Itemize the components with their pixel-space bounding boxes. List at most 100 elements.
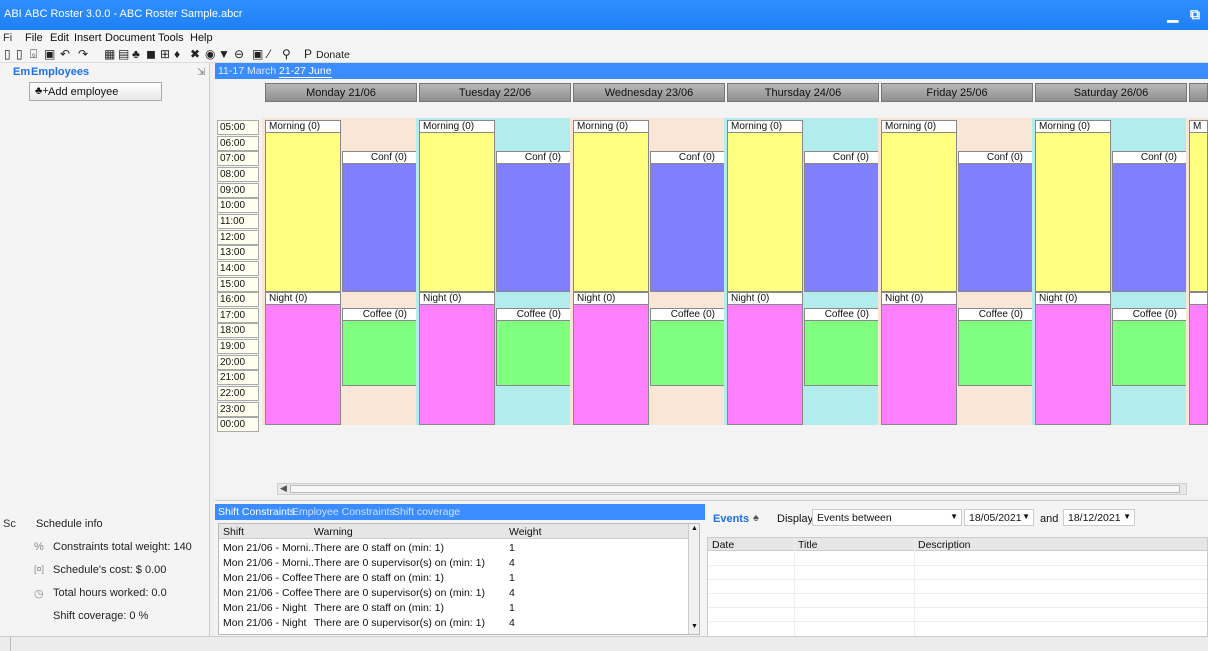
export-icon[interactable]: ▣ [252, 47, 263, 61]
horizontal-scrollbar[interactable]: ◀ [277, 483, 1187, 495]
cell-warning: There are 0 supervisor(s) on (min: 1) [314, 587, 485, 599]
menu-insert[interactable]: Insert [74, 32, 102, 44]
shift-block[interactable]: Night (0) [1035, 292, 1111, 426]
shift-block[interactable]: Conf (0) [804, 151, 880, 293]
day-header[interactable]: Friday 25/06 [881, 83, 1033, 102]
day-header[interactable]: Tuesday 22/06 [419, 83, 571, 102]
shift-block[interactable]: Night (0) [419, 292, 495, 426]
shift-block[interactable]: Conf (0) [958, 151, 1034, 293]
new-icon[interactable]: ▯ [4, 47, 11, 61]
donate-label[interactable]: Donate [316, 49, 350, 61]
shift-block[interactable]: Conf (0) [650, 151, 726, 293]
hour-label: 10:00 [217, 198, 259, 214]
shift-block[interactable]: Coffee (0) [804, 307, 880, 387]
tab-employee-constraints[interactable]: Employee Constraints [292, 506, 395, 518]
schedule-tab-cut[interactable]: Sc [3, 518, 16, 530]
day-header[interactable]: Thursday 24/06 [727, 83, 879, 102]
events-filter-select[interactable]: Events between ▼ [812, 509, 962, 526]
date-from-picker[interactable]: 18/05/2021 ▼ [964, 509, 1034, 526]
bell-icon[interactable]: ♦ [174, 47, 180, 61]
shift-block[interactable]: Night (0) [265, 292, 341, 426]
paypal-icon[interactable]: P [304, 47, 312, 61]
column-description[interactable]: Description [918, 539, 971, 551]
scroll-up-icon[interactable]: ▲ [691, 525, 698, 532]
shift-block[interactable] [1189, 292, 1208, 426]
day-header[interactable]: Monday 21/06 [265, 83, 417, 102]
table-row[interactable]: Mon 21/06 - Coffee There are 0 staff on (… [219, 572, 689, 585]
filter-icon[interactable]: ▼ [218, 47, 230, 61]
employees-tab[interactable]: Employees [31, 66, 89, 78]
add-employee-button[interactable]: ♣+ Add employee [29, 82, 162, 101]
calendar-add-icon[interactable]: ▤ [118, 47, 129, 61]
menu-help[interactable]: Help [190, 32, 213, 44]
menu-document[interactable]: Document [105, 32, 155, 44]
open-folder-icon[interactable]: ⌺ [30, 47, 37, 62]
window-controls[interactable]: ▁ ⧉ [1167, 6, 1204, 23]
table-row[interactable]: Mon 21/06 - Morni... There are 0 supervis… [219, 557, 689, 570]
shift-block[interactable]: Coffee (0) [958, 307, 1034, 387]
add-shift-icon[interactable]: ◼ [146, 47, 156, 61]
table-row[interactable]: Mon 21/06 - Night There are 0 supervisor(… [219, 617, 689, 630]
column-date[interactable]: Date [712, 539, 734, 551]
eye-icon[interactable]: ◉ [205, 47, 215, 61]
shift-block[interactable]: Night (0) [881, 292, 957, 426]
scroll-down-icon[interactable]: ▼ [691, 623, 698, 630]
table-row[interactable]: Mon 21/06 - Night There are 0 staff on (m… [219, 602, 689, 615]
scroll-left-icon[interactable]: ◀ [280, 483, 287, 494]
employees-tab-cut[interactable]: Em [13, 66, 30, 78]
date-to-picker[interactable]: 18/12/2021 ▼ [1063, 509, 1135, 526]
tab-shift-coverage[interactable]: Shift coverage [393, 506, 460, 518]
shift-block[interactable]: Morning (0) [1035, 120, 1111, 293]
minus-circle-icon[interactable]: ⊖ [234, 47, 244, 61]
cell-weight: 1 [509, 542, 515, 554]
shift-block[interactable]: Morning (0) [419, 120, 495, 293]
column-title[interactable]: Title [798, 539, 817, 551]
shift-block[interactable]: Conf (0) [342, 151, 418, 293]
add-user-icon[interactable]: ♣ [132, 47, 140, 61]
day-header[interactable] [1189, 83, 1208, 102]
shift-block[interactable]: Morning (0) [727, 120, 803, 293]
day-header[interactable]: Saturday 26/06 [1035, 83, 1187, 102]
week-tab-march[interactable]: 11-17 March [218, 65, 276, 77]
save-icon[interactable]: ▣ [44, 47, 55, 61]
shift-block[interactable]: Morning (0) [881, 120, 957, 293]
table-row[interactable]: Mon 21/06 - Coffee There are 0 supervisor… [219, 587, 689, 600]
add-box-icon[interactable]: ⊞ [160, 47, 170, 61]
hour-label: 14:00 [217, 260, 259, 276]
shift-label: Morning (0) [266, 121, 340, 133]
toolbar: ▯ ▯ ⌺ ▣ ↶ ↷ ▦ ▤ ♣ ◼ ⊞ ♦ ✖ ◉ ▼ ⊖ ▣ ⁄ ⚲ P … [0, 46, 1208, 63]
shift-block[interactable]: Conf (0) [496, 151, 572, 293]
shift-block[interactable]: M [1189, 120, 1208, 293]
calendar-icon[interactable]: ▦ [104, 47, 115, 61]
week-tab-june[interactable]: 21-27 June [279, 65, 332, 78]
zoom-icon[interactable]: ⚲ [282, 47, 291, 61]
vertical-scrollbar[interactable]: ▲ ▼ [688, 524, 699, 634]
column-shift[interactable]: Shift [223, 526, 244, 538]
shift-block[interactable]: Morning (0) [265, 120, 341, 293]
redo-icon[interactable]: ↷ [78, 47, 88, 61]
bell-icon[interactable]: ♠ [753, 512, 759, 524]
undo-icon[interactable]: ↶ [60, 47, 70, 61]
menu-tools[interactable]: Tools [158, 32, 184, 44]
new-document-icon[interactable]: ▯ [16, 47, 23, 61]
shift-block[interactable]: Coffee (0) [496, 307, 572, 387]
column-warning[interactable]: Warning [314, 526, 353, 538]
menu-edit[interactable]: Edit [50, 32, 69, 44]
shift-block[interactable]: Night (0) [573, 292, 649, 426]
shift-block[interactable]: Conf (0) [1112, 151, 1188, 293]
shift-block[interactable]: Coffee (0) [342, 307, 418, 387]
table-row[interactable]: Mon 21/06 - Morni... There are 0 staff on… [219, 542, 689, 555]
scrollbar-thumb[interactable] [290, 485, 1180, 493]
menu-file[interactable]: File [25, 32, 43, 44]
cross-icon[interactable]: ✖ [190, 47, 200, 61]
column-weight[interactable]: Weight [509, 526, 542, 538]
shift-block[interactable]: Morning (0) [573, 120, 649, 293]
day-header[interactable]: Wednesday 23/06 [573, 83, 725, 102]
magic-wand-icon[interactable]: ⁄ [268, 47, 270, 61]
shift-block[interactable]: Coffee (0) [650, 307, 726, 387]
shift-block[interactable]: Night (0) [727, 292, 803, 426]
tab-shift-constraints[interactable]: Shift Constraints [218, 506, 295, 518]
shift-block[interactable]: Coffee (0) [1112, 307, 1188, 387]
pin-icon[interactable]: ⇲ [197, 67, 205, 78]
hour-label: 23:00 [217, 401, 259, 417]
